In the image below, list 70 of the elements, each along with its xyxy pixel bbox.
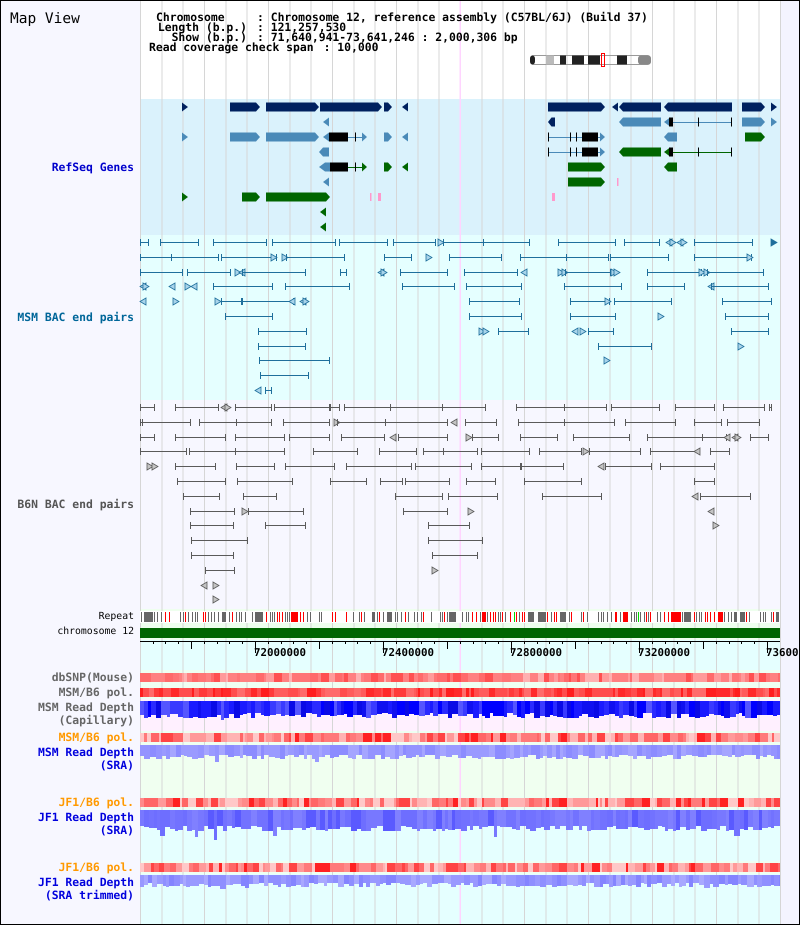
- gene-feature: [619, 148, 661, 156]
- track-label: MSM BAC end pairs: [17, 311, 134, 324]
- track-label: chromosome 12: [57, 626, 134, 638]
- gene-feature: [320, 102, 382, 112]
- feature-tick: [378, 193, 381, 201]
- track-label: B6N BAC end pairs: [17, 498, 134, 511]
- gene-feature: [182, 192, 188, 202]
- gene-feature: [230, 102, 260, 112]
- map-view-title: Map View: [10, 11, 80, 28]
- gene-feature: [182, 132, 188, 142]
- feature-tick: [617, 178, 618, 186]
- feature-tick: [552, 193, 555, 201]
- track-label: dbSNP(Mouse): [52, 671, 134, 684]
- info-label: Chromosome: [156, 12, 225, 22]
- track-label: MSM Read Depth (Capillary): [36, 701, 134, 727]
- gene-feature: [266, 102, 319, 112]
- info-value: : 71,640,941-73,641,246 : 2,000,306 bp: [257, 32, 519, 42]
- feature-tick: [370, 193, 372, 201]
- gene-feature: [266, 132, 319, 142]
- info-value: : 121,257,530: [257, 22, 346, 32]
- gene-feature: [266, 192, 330, 202]
- position-marker: [601, 53, 605, 67]
- track-label: MSM/B6 pol.: [58, 731, 134, 744]
- gene-feature: [548, 118, 555, 126]
- gene-feature: [664, 132, 677, 142]
- gene-feature: [323, 178, 329, 186]
- gene-feature: [619, 118, 661, 126]
- gene-feature: [384, 102, 392, 112]
- gene-feature: [548, 102, 605, 112]
- gene-feature: [319, 162, 367, 172]
- track-label: JF1 Read Depth (SRA): [36, 811, 134, 837]
- gene-feature: [182, 102, 188, 112]
- axis-tick-label: 72000000: [254, 647, 306, 659]
- gene-feature: [402, 132, 408, 142]
- gene-feature: [548, 132, 605, 142]
- gene-feature: [319, 148, 329, 156]
- axis-tick-label: 72400000: [382, 647, 434, 659]
- info-label: Read coverage check span: [149, 42, 314, 52]
- gene-feature: [384, 132, 392, 142]
- gene-feature: [402, 162, 408, 172]
- gene-feature: [402, 102, 408, 112]
- gene-feature: [745, 132, 765, 142]
- gene-feature: [664, 102, 732, 112]
- gene-feature: [568, 178, 605, 186]
- gene-feature: [242, 192, 260, 202]
- gene-feature: [384, 162, 392, 172]
- gene-feature: [323, 132, 367, 142]
- track-label: Repeat: [98, 610, 134, 622]
- track-label: MSM/B6 pol.: [58, 686, 134, 698]
- track-label: JF1/B6 pol.: [58, 796, 134, 809]
- info-label: Length (b.p.): [158, 22, 247, 32]
- gene-feature: [742, 102, 765, 112]
- axis-tick-label: 73200000: [638, 647, 690, 659]
- track-label: MSM Read Depth (SRA): [36, 746, 134, 772]
- gene-feature: [664, 147, 732, 157]
- gene-feature: [664, 162, 677, 172]
- track-label: JF1/B6 pol.: [58, 861, 134, 874]
- track-label: JF1 Read Depth (SRA trimmed): [36, 876, 134, 902]
- gene-feature: [323, 118, 329, 126]
- track-label: RefSeq Genes: [52, 160, 134, 174]
- gene-feature: [742, 118, 765, 126]
- info-value: : Chromosome 12, reference assembly (C57BL/6J) (Build 37): [257, 12, 648, 22]
- axis-tick-label: 73600: [766, 647, 799, 659]
- info-value: : 10,000: [324, 42, 378, 52]
- gene-feature: [548, 147, 605, 157]
- info-label: Show (b.p.): [172, 32, 247, 42]
- gene-feature: [664, 117, 732, 127]
- gene-feature: [230, 132, 260, 142]
- gene-feature: [568, 162, 605, 172]
- axis-tick-label: 72800000: [510, 647, 562, 659]
